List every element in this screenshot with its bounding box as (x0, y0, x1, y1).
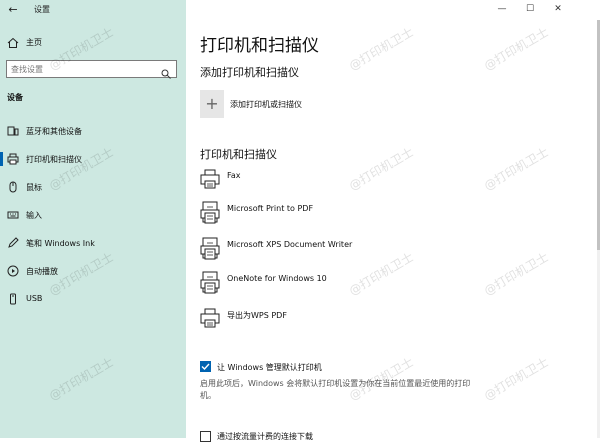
printer-icon (7, 153, 19, 165)
printer-item-xps-writer[interactable]: Microsoft XPS Document Writer (200, 237, 500, 263)
printer-item-print-to-pdf[interactable]: Microsoft Print to PDF (200, 201, 500, 227)
page-title: 打印机和扫描仪 (200, 36, 319, 56)
default-printer-checkbox[interactable] (200, 361, 211, 372)
autoplay-icon (7, 265, 19, 277)
printer-xps-icon (200, 237, 220, 261)
home-nav-item[interactable]: 主页 (0, 34, 186, 52)
printer-icon (200, 307, 220, 331)
sidebar-item-pen[interactable]: 笔和 Windows Ink (0, 232, 186, 254)
search-input[interactable] (11, 63, 151, 75)
active-indicator (0, 152, 3, 166)
sidebar-item-label: 笔和 Windows Ink (26, 239, 95, 248)
printer-name: Microsoft XPS Document Writer (227, 240, 353, 249)
sidebar-item-printers[interactable]: 打印机和扫描仪 (0, 148, 186, 170)
printer-item-onenote[interactable]: OneNote for Windows 10 (200, 271, 500, 297)
sidebar-item-bluetooth[interactable]: 蓝牙和其他设备 (0, 120, 186, 142)
pen-icon (7, 237, 19, 249)
main-content: — ☐ ✕ 打印机和扫描仪 添加打印机和扫描仪 + 添加打印机或扫描仪 打印机和… (186, 0, 600, 442)
printer-list-heading: 打印机和扫描仪 (200, 148, 277, 161)
add-section-heading: 添加打印机和扫描仪 (200, 66, 299, 79)
sidebar-item-label: 输入 (26, 211, 42, 220)
sidebar: ← 设置 主页 设备 蓝牙和其他设备 打印机和扫描仪 鼠标 (0, 0, 186, 438)
usb-icon (7, 293, 19, 305)
default-printer-setting: 让 Windows 管理默认打印机 (200, 360, 500, 374)
sidebar-item-typing[interactable]: 输入 (0, 204, 186, 226)
printer-item-fax[interactable]: Fax (200, 168, 500, 194)
app-title: 设置 (34, 5, 50, 14)
printer-name: 导出为WPS PDF (227, 311, 287, 320)
close-button[interactable]: ✕ (544, 0, 572, 20)
sidebar-item-label: 蓝牙和其他设备 (26, 127, 82, 136)
home-label: 主页 (26, 38, 42, 47)
search-icon[interactable] (161, 64, 171, 79)
back-arrow-icon[interactable]: ← (5, 2, 21, 18)
keyboard-icon (7, 209, 19, 221)
sidebar-item-label: 自动播放 (26, 267, 58, 276)
default-printer-description: 启用此项后，Windows 会将默认打印机设置为你在当前位置最近使用的打印机。 (200, 379, 471, 400)
search-box[interactable] (6, 60, 177, 79)
printer-onenote-icon (200, 271, 220, 295)
printer-name: OneNote for Windows 10 (227, 274, 327, 283)
printer-icon (200, 168, 220, 192)
maximize-button[interactable]: ☐ (516, 0, 544, 20)
title-bar-left: ← 设置 (0, 0, 186, 20)
add-printer-button[interactable]: + 添加打印机或扫描仪 (200, 90, 360, 118)
printer-name: Microsoft Print to PDF (227, 204, 314, 213)
metered-download-setting: 通过按流量计费的连接下载 (200, 430, 500, 444)
metered-download-checkbox[interactable] (200, 431, 211, 442)
metered-download-label: 通过按流量计费的连接下载 (217, 432, 313, 441)
printer-pdf-icon (200, 201, 220, 225)
section-heading-devices: 设备 (7, 93, 23, 102)
home-icon (7, 37, 19, 49)
sidebar-item-label: 鼠标 (26, 183, 42, 192)
bluetooth-devices-icon (7, 125, 19, 137)
mouse-icon (7, 181, 19, 193)
sidebar-item-label: USB (26, 294, 43, 303)
printer-item-wps-pdf[interactable]: 导出为WPS PDF (200, 307, 500, 333)
sidebar-item-mouse[interactable]: 鼠标 (0, 176, 186, 198)
sidebar-item-usb[interactable]: USB (0, 288, 186, 310)
printer-name: Fax (227, 171, 241, 180)
plus-icon: + (200, 90, 224, 118)
sidebar-item-autoplay[interactable]: 自动播放 (0, 260, 186, 282)
default-printer-label: 让 Windows 管理默认打印机 (217, 363, 322, 372)
sidebar-item-label: 打印机和扫描仪 (26, 155, 82, 164)
minimize-button[interactable]: — (488, 0, 516, 20)
add-printer-label: 添加打印机或扫描仪 (230, 100, 302, 109)
